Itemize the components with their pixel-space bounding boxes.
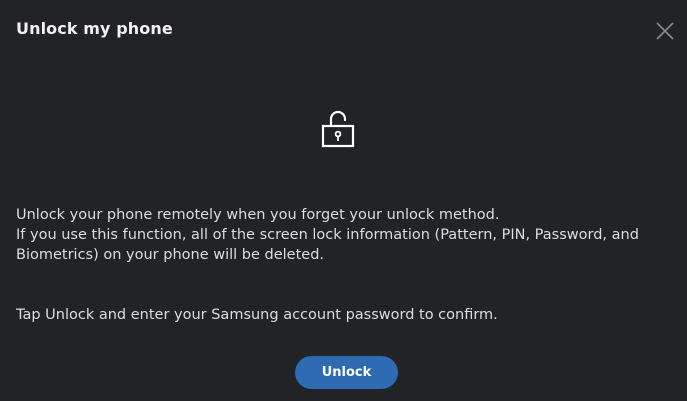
description: Unlock your phone remotely when you forg… [16,205,666,265]
confirm-instruction: Tap Unlock and enter your Samsung accoun… [16,307,498,323]
dialog-title: Unlock my phone [16,19,173,38]
unlock-icon [320,110,356,148]
unlock-button[interactable]: Unlock [295,356,398,389]
description-line: Unlock your phone remotely when you forg… [16,207,500,223]
description-line: If you use this function, all of the scr… [16,227,639,263]
close-icon[interactable] [655,21,675,41]
unlock-dialog: Unlock my phone Unlock your phone remote… [0,0,687,401]
